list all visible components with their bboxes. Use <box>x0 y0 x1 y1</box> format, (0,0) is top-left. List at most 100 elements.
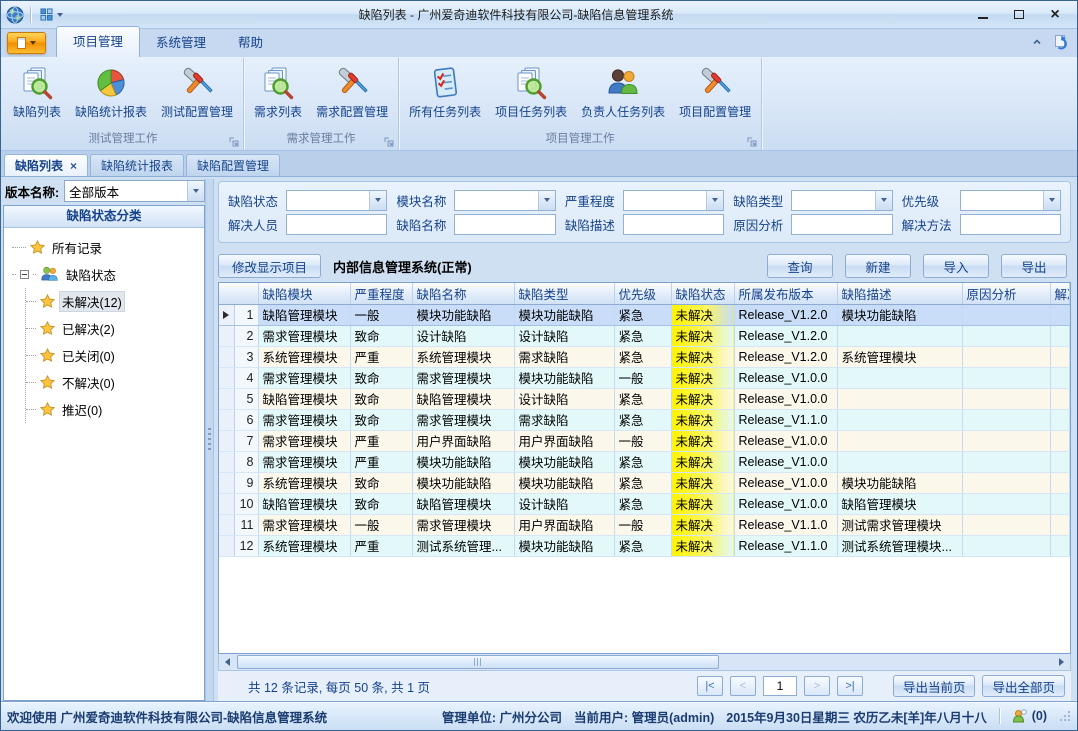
scroll-left-button[interactable] <box>219 654 236 670</box>
ribbon-button-1-0[interactable]: 需求列表 <box>247 63 309 122</box>
filter-select[interactable] <box>960 190 1061 211</box>
table-row[interactable]: 5缺陷管理模块致命缺陷管理模块设计缺陷紧急未解决Release_V1.0.0 <box>219 388 1070 409</box>
filter-input[interactable] <box>791 214 892 235</box>
table-row[interactable]: 2需求管理模块致命设计缺陷设计缺陷紧急未解决Release_V1.2.0 <box>219 325 1070 346</box>
query-button[interactable]: 查询 <box>767 254 833 278</box>
maximize-button[interactable] <box>1001 1 1037 28</box>
tree-item-4[interactable]: 已关闭(0) <box>26 342 202 369</box>
ribbon-button-2-0[interactable]: 所有任务列表 <box>402 63 488 122</box>
filter-select[interactable] <box>454 190 555 211</box>
page-number-input[interactable] <box>763 676 797 696</box>
tree-item-6[interactable]: 推迟(0) <box>26 396 202 423</box>
column-header-8[interactable]: 原因分析 <box>962 283 1050 304</box>
combo-arrow-button[interactable] <box>1043 191 1060 210</box>
prev-page-button[interactable]: < <box>730 676 756 696</box>
combo-arrow-button[interactable] <box>369 191 386 210</box>
table-row[interactable]: 3系统管理模块严重系统管理模块需求缺陷紧急未解决Release_V1.2.0系统… <box>219 346 1070 367</box>
filter-select[interactable] <box>286 190 387 211</box>
collapse-expander-icon[interactable] <box>20 270 29 279</box>
document-tab-0[interactable]: 缺陷列表× <box>4 154 88 176</box>
ribbon-tab-2[interactable]: 帮助 <box>222 27 279 57</box>
column-header-4[interactable]: 优先级 <box>614 283 671 304</box>
collapse-ribbon-icon[interactable] <box>1031 36 1043 51</box>
scroll-right-button[interactable] <box>1053 654 1070 670</box>
first-page-button[interactable]: |< <box>697 676 723 696</box>
filter-select[interactable] <box>623 190 724 211</box>
message-indicator[interactable]: (0) <box>1012 709 1047 724</box>
horizontal-scrollbar[interactable] <box>218 654 1071 671</box>
cell: 模块功能缺陷 <box>514 451 614 472</box>
cell <box>962 472 1050 493</box>
next-page-button[interactable]: > <box>804 676 830 696</box>
export-current-page-button[interactable]: 导出当前页 <box>893 675 976 697</box>
ribbon-button-1-1[interactable]: 需求配置管理 <box>309 63 395 122</box>
column-header-3[interactable]: 缺陷类型 <box>514 283 614 304</box>
column-header-7[interactable]: 缺陷描述 <box>837 283 962 304</box>
sidebar-splitter[interactable] <box>205 179 214 701</box>
combo-arrow-button[interactable] <box>875 191 892 210</box>
column-header-2[interactable]: 缺陷名称 <box>412 283 514 304</box>
table-row[interactable]: 6需求管理模块致命需求管理模块需求缺陷紧急未解决Release_V1.1.0 <box>219 409 1070 430</box>
table-row[interactable]: 8需求管理模块严重模块功能缺陷模块功能缺陷紧急未解决Release_V1.0.0 <box>219 451 1070 472</box>
filter-input[interactable] <box>960 214 1061 235</box>
table-row[interactable]: 9系统管理模块致命模块功能缺陷模块功能缺陷紧急未解决Release_V1.0.0… <box>219 472 1070 493</box>
tree-panel-title: 缺陷状态分类 <box>4 206 204 228</box>
filter-select[interactable] <box>791 190 892 211</box>
export-all-pages-button[interactable]: 导出全部页 <box>982 675 1065 697</box>
scrollbar-thumb[interactable] <box>237 655 719 669</box>
import-button[interactable]: 导入 <box>923 254 989 278</box>
tree-item-0[interactable]: 所有记录 <box>12 234 202 261</box>
table-row[interactable]: 7需求管理模块严重用户界面缺陷用户界面缺陷一般未解决Release_V1.0.0 <box>219 430 1070 451</box>
ribbon-help-icon[interactable] <box>1053 34 1069 53</box>
application-menu-button[interactable] <box>7 32 46 54</box>
quick-access-toolbar-button[interactable] <box>36 6 67 23</box>
document-tab-1[interactable]: 缺陷统计报表 <box>90 154 184 176</box>
tree-item-5[interactable]: 不解决(0) <box>26 369 202 396</box>
cell: Release_V1.2.0 <box>734 346 837 367</box>
table-row[interactable]: 10缺陷管理模块致命缺陷管理模块设计缺陷紧急未解决Release_V1.0.0缺… <box>219 493 1070 514</box>
combo-arrow-button[interactable] <box>538 191 555 210</box>
ribbon-button-2-1[interactable]: 项目任务列表 <box>488 63 574 122</box>
ribbon-tab-0[interactable]: 项目管理 <box>56 26 140 57</box>
column-header-1[interactable]: 严重程度 <box>350 283 412 304</box>
ribbon-tab-1[interactable]: 系统管理 <box>140 27 222 57</box>
filter-input[interactable] <box>454 214 555 235</box>
cell <box>962 535 1050 556</box>
column-header-5[interactable]: 缺陷状态 <box>671 283 734 304</box>
dialog-launcher-icon[interactable] <box>747 136 757 146</box>
filter-input[interactable] <box>286 214 387 235</box>
dialog-launcher-icon[interactable] <box>229 136 239 146</box>
minimize-button[interactable] <box>965 1 1001 28</box>
column-header-9[interactable]: 解决方法 <box>1050 283 1070 304</box>
column-header-0[interactable]: 缺陷模块 <box>258 283 350 304</box>
filter-input[interactable] <box>623 214 724 235</box>
dialog-launcher-icon[interactable] <box>384 136 394 146</box>
ribbon-button-0-2[interactable]: 测试配置管理 <box>154 63 240 122</box>
combo-arrow-button[interactable] <box>706 191 723 210</box>
column-header-6[interactable]: 所属发布版本 <box>734 283 837 304</box>
table-row[interactable]: 4需求管理模块致命需求管理模块模块功能缺陷一般未解决Release_V1.0.0 <box>219 367 1070 388</box>
ribbon-button-2-3[interactable]: 项目配置管理 <box>672 63 758 122</box>
row-number-cell: 7 <box>234 430 258 451</box>
document-tab-2[interactable]: 缺陷配置管理 <box>186 154 280 176</box>
scrollbar-track[interactable] <box>236 654 1053 670</box>
ribbon-button-0-1[interactable]: 缺陷统计报表 <box>68 63 154 122</box>
table-row[interactable]: 11需求管理模块一般需求管理模块用户界面缺陷一般未解决Release_V1.1.… <box>219 514 1070 535</box>
table-row[interactable]: 12系统管理模块严重测试系统管理...模块功能缺陷紧急未解决Release_V1… <box>219 535 1070 556</box>
last-page-button[interactable]: >| <box>837 676 863 696</box>
combo-arrow-button[interactable] <box>187 181 204 201</box>
export-button[interactable]: 导出 <box>1001 254 1067 278</box>
ribbon-button-2-2[interactable]: 负责人任务列表 <box>574 63 672 122</box>
table-row[interactable]: 1缺陷管理模块一般模块功能缺陷模块功能缺陷紧急未解决Release_V1.2.0… <box>219 304 1070 325</box>
close-tab-icon[interactable]: × <box>70 159 77 173</box>
cell <box>837 409 962 430</box>
new-button[interactable]: 新建 <box>845 254 911 278</box>
version-select[interactable]: 全部版本 <box>64 180 205 202</box>
tree-item-1[interactable]: 缺陷状态 <box>12 261 202 288</box>
close-button[interactable]: × <box>1037 1 1073 28</box>
tree-item-2[interactable]: 未解决(12) <box>26 288 202 315</box>
cell: 系统管理模块 <box>258 472 350 493</box>
tree-item-3[interactable]: 已解决(2) <box>26 315 202 342</box>
ribbon-button-0-0[interactable]: 缺陷列表 <box>6 63 68 122</box>
modify-display-items-button[interactable]: 修改显示项目 <box>218 254 321 278</box>
